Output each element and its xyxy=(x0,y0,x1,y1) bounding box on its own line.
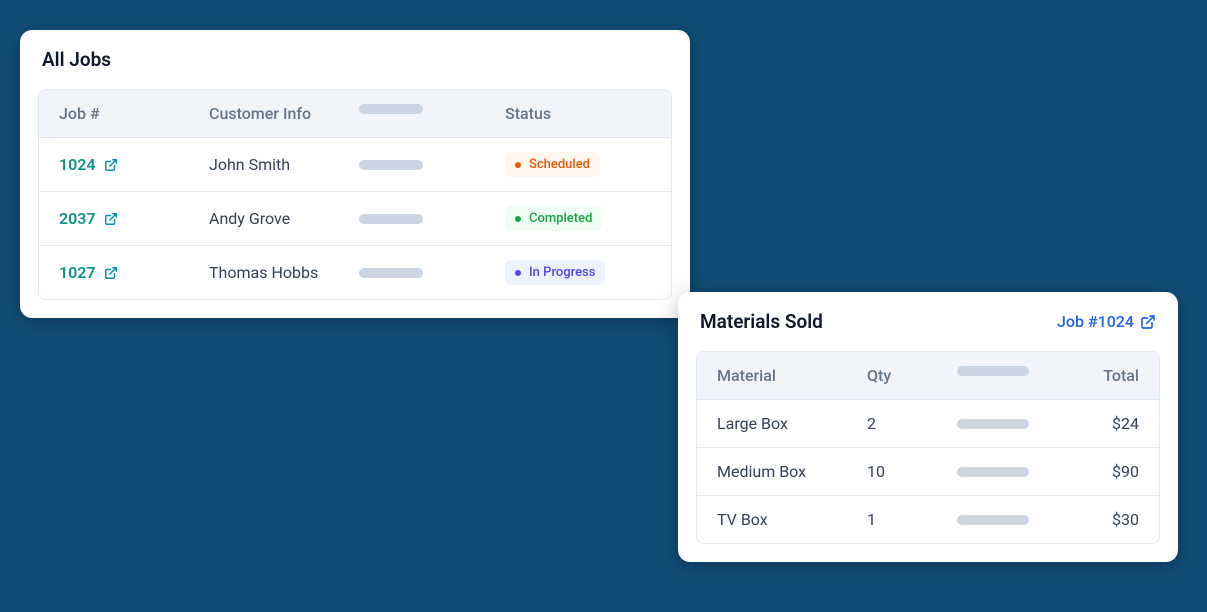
col-header-material: Material xyxy=(717,366,867,385)
jobs-table: Job # Customer Info Status 1024 John Smi… xyxy=(38,89,672,300)
job-id: 2037 xyxy=(59,209,96,228)
job-id-link[interactable]: 1024 xyxy=(59,155,118,174)
job-id: 1027 xyxy=(59,263,96,282)
table-row: 1024 John Smith Scheduled xyxy=(39,137,671,191)
customer-name: Andy Grove xyxy=(209,209,359,228)
col-header-qty: Qty xyxy=(867,366,957,385)
external-link-icon xyxy=(104,158,118,172)
all-jobs-card: All Jobs Job # Customer Info Status 1024… xyxy=(20,30,690,318)
status-label: Completed xyxy=(529,211,592,226)
materials-card: Materials Sold Job #1024 Material Qty To… xyxy=(678,292,1178,562)
material-name: Large Box xyxy=(717,414,867,433)
status-label: In Progress xyxy=(529,265,595,280)
customer-name: Thomas Hobbs xyxy=(209,263,359,282)
col-header-total: Total xyxy=(1097,366,1139,385)
material-total: $24 xyxy=(1097,414,1139,433)
job-id-link[interactable]: 1027 xyxy=(59,263,118,282)
table-row: 2037 Andy Grove Completed xyxy=(39,191,671,245)
material-total: $90 xyxy=(1097,462,1139,481)
status-badge: Scheduled xyxy=(505,152,600,177)
row-placeholder xyxy=(359,268,505,278)
col-header-status: Status xyxy=(505,104,651,123)
materials-table-header: Material Qty Total xyxy=(697,352,1159,399)
all-jobs-header: All Jobs xyxy=(38,48,672,71)
row-placeholder xyxy=(359,214,505,224)
material-qty: 2 xyxy=(867,414,957,433)
status-label: Scheduled xyxy=(529,157,590,172)
col-header-placeholder xyxy=(359,104,505,123)
job-id-link[interactable]: 2037 xyxy=(59,209,118,228)
materials-table: Material Qty Total Large Box 2 $24 Mediu… xyxy=(696,351,1160,544)
material-qty: 1 xyxy=(867,510,957,529)
row-placeholder xyxy=(957,515,1097,525)
table-row: 1027 Thomas Hobbs In Progress xyxy=(39,245,671,299)
external-link-icon xyxy=(104,212,118,226)
materials-job-link[interactable]: Job #1024 xyxy=(1057,312,1156,331)
material-name: TV Box xyxy=(717,510,867,529)
materials-job-link-label: Job #1024 xyxy=(1057,312,1134,331)
status-badge: Completed xyxy=(505,206,602,231)
status-dot-icon xyxy=(515,162,521,168)
material-qty: 10 xyxy=(867,462,957,481)
external-link-icon xyxy=(104,266,118,280)
table-row: Medium Box 10 $90 xyxy=(697,447,1159,495)
customer-name: John Smith xyxy=(209,155,359,174)
material-name: Medium Box xyxy=(717,462,867,481)
row-placeholder xyxy=(957,467,1097,477)
external-link-icon xyxy=(1140,314,1156,330)
table-row: Large Box 2 $24 xyxy=(697,399,1159,447)
col-header-placeholder xyxy=(957,366,1097,385)
material-total: $30 xyxy=(1097,510,1139,529)
materials-title: Materials Sold xyxy=(700,310,823,333)
row-placeholder xyxy=(359,160,505,170)
materials-header: Materials Sold Job #1024 xyxy=(696,310,1160,333)
all-jobs-title: All Jobs xyxy=(42,48,111,71)
status-dot-icon xyxy=(515,216,521,222)
table-row: TV Box 1 $30 xyxy=(697,495,1159,543)
status-badge: In Progress xyxy=(505,260,605,285)
jobs-table-header: Job # Customer Info Status xyxy=(39,90,671,137)
row-placeholder xyxy=(957,419,1097,429)
job-id: 1024 xyxy=(59,155,96,174)
col-header-customer: Customer Info xyxy=(209,104,359,123)
status-dot-icon xyxy=(515,270,521,276)
col-header-job: Job # xyxy=(59,104,209,123)
